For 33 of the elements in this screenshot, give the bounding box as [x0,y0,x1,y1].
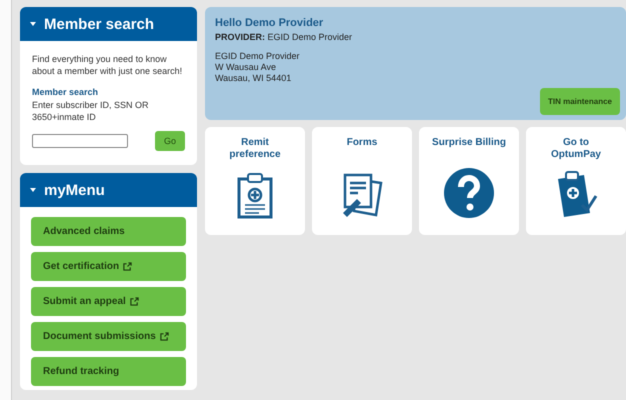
search-field[interactable] [32,134,128,148]
external-link-icon [123,262,132,271]
clipboard-icon [237,173,273,219]
greeting: Hello Demo Provider [215,17,324,29]
external-link-icon [130,297,139,306]
tile-card[interactable]: Go to OptumPay [526,127,626,235]
address-line: EGID Demo Provider [215,51,301,62]
panel-title: myMenu [44,182,105,198]
provider-line: PROVIDER: EGID Demo Provider [215,32,354,42]
tile-card[interactable]: Surprise Billing [419,127,519,235]
tile-title: Go to OptumPay [550,137,602,161]
tile-title: Forms [346,137,378,149]
external-link-icon [160,332,169,341]
address-line: Wausau, WI 54401 [215,73,292,84]
tile-card[interactable]: Forms [312,127,412,235]
menu-button[interactable]: Get certification [31,252,186,281]
menu-button[interactable]: Submit an appeal [31,287,186,316]
menu-button[interactable]: Refund tracking [31,357,186,386]
tin-maintenance-button[interactable]: TIN maintenance [540,88,620,115]
panel-title: Member search [44,16,154,32]
field-label: Member search [32,87,100,97]
caret-icon [30,22,36,26]
menu-button[interactable]: Document submissions [31,322,186,351]
caret-icon [30,188,36,192]
intro-text: Find everything you need to know about a member with just one search! [32,53,184,77]
go-button[interactable]: Go [155,131,185,151]
question-icon [443,167,495,219]
address-line: W Wausau Ave [215,62,278,73]
tile-title: Surprise Billing [432,137,506,149]
menu-button[interactable]: Advanced claims [31,217,186,246]
tile-title: Remit preference [228,137,282,161]
tile-card[interactable]: Remit preference [205,127,305,235]
field-hint: Enter subscriber ID, SSN OR 3650+inmate ID [32,99,150,123]
